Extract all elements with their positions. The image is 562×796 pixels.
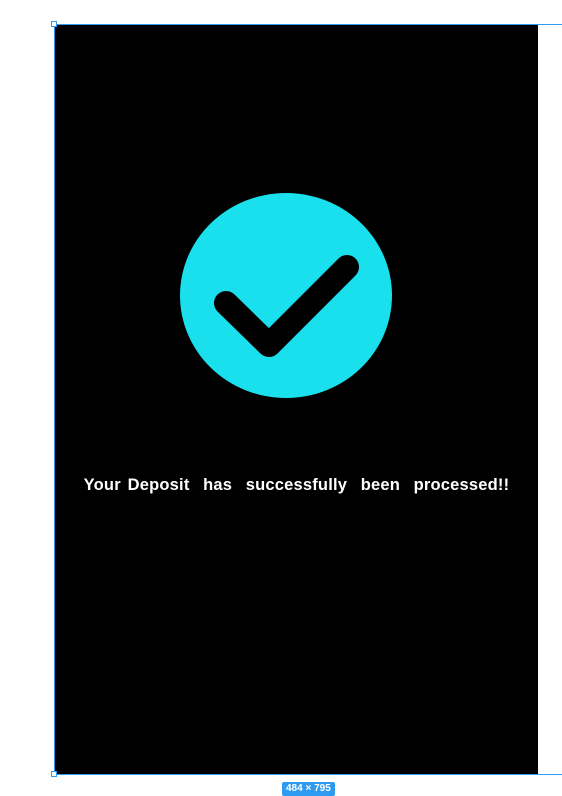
success-message: Your Deposit has successfully been proce… xyxy=(83,476,510,494)
selection-handle-bottom-left[interactable] xyxy=(51,771,57,777)
success-screen-frame[interactable]: Your Deposit has successfully been proce… xyxy=(55,25,538,774)
selection-border-bottom xyxy=(55,774,562,775)
selection-handle-top-left[interactable] xyxy=(51,21,57,27)
check-circle-icon xyxy=(180,193,392,398)
frame-size-badge: 484 × 795 xyxy=(282,782,335,796)
